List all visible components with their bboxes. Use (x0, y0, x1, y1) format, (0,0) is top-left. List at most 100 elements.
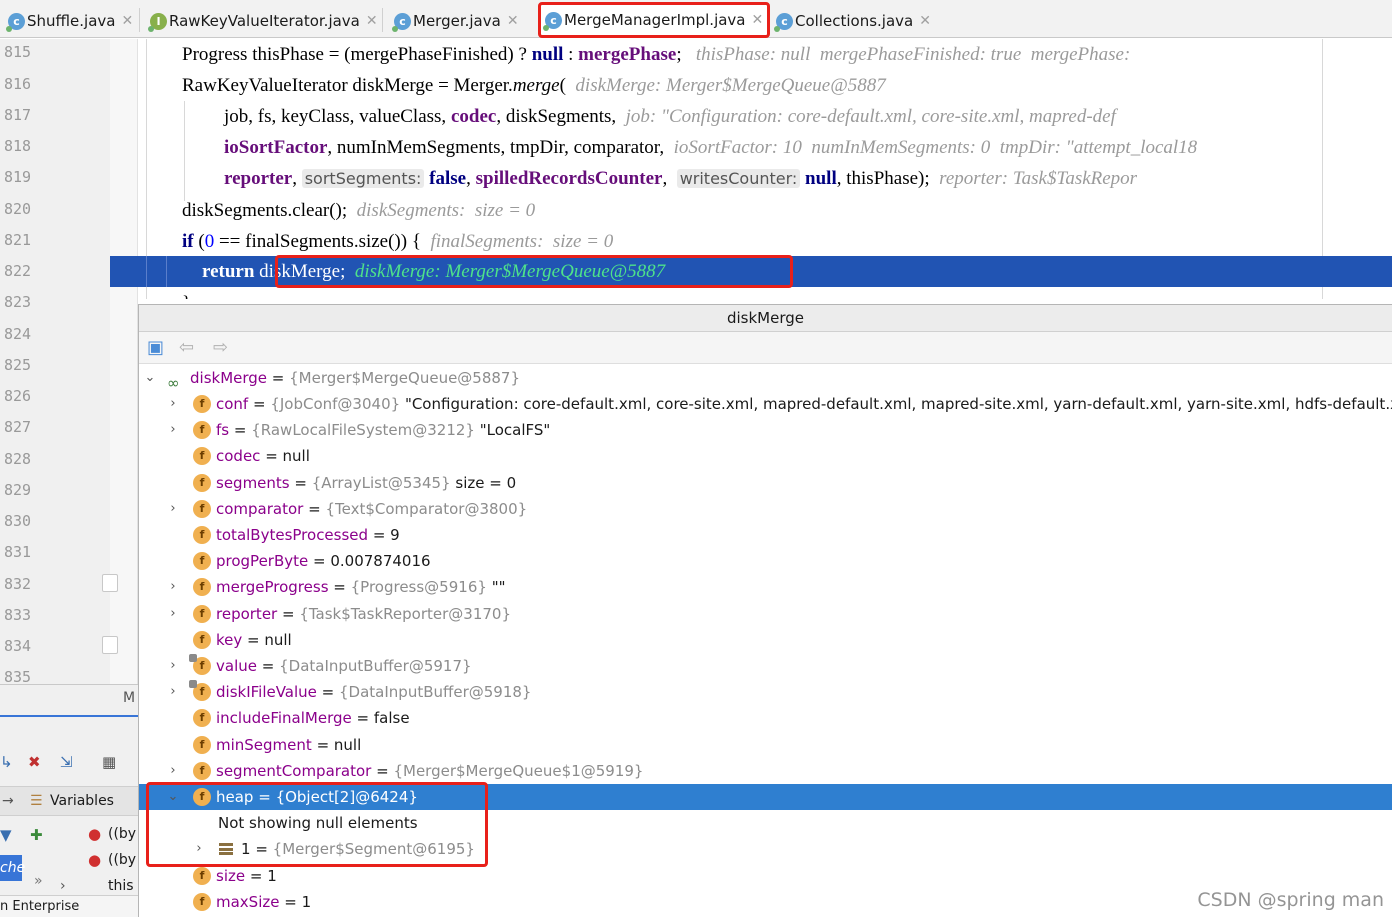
field-text: totalBytesProcessed = 9 (216, 526, 400, 544)
tab-label: Merger.java (413, 12, 501, 30)
chevron-right-icon[interactable]: › (166, 417, 180, 443)
line-number: 832 (4, 575, 32, 593)
field-text: key = null (216, 630, 292, 649)
close-icon[interactable]: ✕ (919, 13, 931, 29)
variable-item[interactable]: ((by (108, 852, 136, 868)
field-name: includeFinalMerge (216, 709, 352, 728)
field-text: fs = {RawLocalFileSystem@3212} "LocalFS" (216, 421, 551, 440)
tree-row-heap[interactable]: ⌄ f heap = {Object[2]@6424} (139, 784, 1392, 810)
field-name: comparator (216, 499, 304, 518)
close-icon[interactable]: ✕ (752, 12, 764, 28)
tree-row-minsegment[interactable]: f minSegment = null (139, 732, 1392, 758)
field-icon: f (193, 604, 211, 623)
field-name: heap (216, 788, 254, 806)
restore-layout-icon[interactable]: → (2, 793, 14, 809)
add-watch-icon[interactable]: ✚ (30, 826, 43, 844)
step-over-icon[interactable]: ↳ (0, 753, 13, 771)
tree-row-value[interactable]: › f value = {DataInputBuffer@5917} (139, 653, 1392, 679)
tree-row-diskifilevalue[interactable]: › f diskIFileValue = {DataInputBuffer@5918… (139, 679, 1392, 705)
tree-row-comparator[interactable]: › f comparator = {Text$Comparator@3800} (139, 496, 1392, 522)
tree-row-size[interactable]: f size = 1 (139, 863, 1392, 889)
tree-row-fs[interactable]: › f fs = {RawLocalFileSystem@3212} "LocalF… (139, 417, 1392, 443)
interface-icon: I (148, 12, 167, 32)
variable-item[interactable]: this (108, 878, 134, 894)
tab-shuffle-java[interactable]: c Shuffle.java ✕ (6, 4, 133, 38)
chevron-right-icon[interactable]: › (192, 836, 206, 862)
fold-marker-icon[interactable] (102, 636, 118, 654)
tree-row-conf[interactable]: › f conf = {JobConf@3040} "Configuration: … (139, 391, 1392, 417)
line-number: 820 (4, 200, 32, 218)
tree-row-includefinalmerge[interactable]: f includeFinalMerge = false (139, 705, 1392, 731)
error-icon: ● (88, 825, 102, 843)
tab-merger-java[interactable]: c Merger.java ✕ (392, 4, 519, 38)
close-icon[interactable]: ✕ (507, 13, 519, 29)
tree-row-progperbyte[interactable]: f progPerByte = 0.007874016 (139, 548, 1392, 574)
filter-icon[interactable]: ▼ (0, 826, 12, 844)
cache-tab[interactable]: che (0, 855, 25, 881)
close-icon[interactable]: ✕ (366, 13, 378, 29)
class-icon: c (774, 12, 793, 32)
inline-debug-hint: job: "Configuration: core-default.xml, c… (625, 106, 1116, 127)
mute-breakpoints-icon[interactable]: ✖ (28, 753, 41, 771)
chevron-down-icon[interactable]: ⌄ (166, 784, 180, 810)
chevron-right-icon[interactable]: › (166, 758, 180, 784)
tree-row-totalbytesprocessed[interactable]: f totalBytesProcessed = 9 (139, 522, 1392, 548)
chevron-down-icon[interactable]: ⌄ (143, 365, 157, 391)
field-name: progPerByte (216, 552, 309, 571)
tree-row-codec[interactable]: f codec = null (139, 443, 1392, 469)
back-arrow-icon[interactable]: ⇦ (179, 337, 194, 358)
variable-item[interactable]: ((by (108, 826, 136, 842)
tree-row-reporter[interactable]: › f reporter = {Task$TaskReporter@3170} (139, 601, 1392, 627)
tree-row-segmentcomparator[interactable]: › f segmentComparator = {Merger$MergeQueue… (139, 758, 1392, 784)
tab-rawkeyvalueiterator-java[interactable]: I RawKeyValueIterator.java ✕ (148, 4, 378, 38)
field-value: "LocalFS" (479, 421, 551, 440)
code-line-815: Progress thisPhase = (mergePhaseFinished… (182, 44, 1136, 65)
tree-row-heap-child[interactable]: › 1 = {Merger$Segment@6195} (139, 836, 1392, 862)
field-icon: f (193, 866, 211, 885)
code-line-820: diskSegments.clear(); diskSegments: size… (182, 200, 536, 221)
field-text: segments = {ArrayList@5345} size = 0 (216, 473, 517, 492)
tree-row-segments[interactable]: f segments = {ArrayList@5345} size = 0 (139, 470, 1392, 496)
tree-row-root[interactable]: ⌄ ∞ diskMerge = {Merger$MergeQueue@5887} (139, 365, 1392, 392)
field-text: reporter = {Task$TaskReporter@3170} (216, 604, 511, 623)
field-reference: {Object[2]@6424} (275, 788, 418, 806)
tab-divider (139, 8, 140, 32)
chevron-right-icon[interactable]: › (166, 679, 180, 705)
navigate-icon[interactable]: ▣ (147, 337, 164, 358)
class-icon: c (392, 12, 411, 32)
chevron-right-icon[interactable]: › (60, 878, 66, 894)
line-number: 823 (4, 293, 32, 311)
chevron-right-icon[interactable]: › (166, 601, 180, 627)
fold-marker-icon[interactable] (102, 574, 118, 592)
line-number: 815 (4, 43, 32, 61)
field-icon: f (193, 788, 211, 806)
forward-arrow-icon[interactable]: ⇨ (213, 337, 228, 358)
field-name: key (216, 630, 243, 649)
run-to-cursor-icon[interactable]: ⇲ (60, 753, 73, 771)
variables-header: → ☰ Variables (0, 786, 138, 816)
field-text: mergeProgress = {Progress@5916} "" (216, 578, 506, 597)
field-text: progPerByte = 0.007874016 (216, 552, 431, 571)
code-line-817: job, fs, keyClass, valueClass, codec, di… (224, 106, 1116, 127)
chevron-right-icon[interactable]: › (166, 653, 180, 679)
field-reference: {ArrayList@5345} (311, 473, 451, 492)
evaluate-icon[interactable]: ▦ (102, 753, 116, 771)
field-name: segmentComparator (216, 761, 372, 780)
field-text: value = {DataInputBuffer@5917} (216, 657, 472, 675)
chevron-right-icon[interactable]: › (166, 391, 180, 417)
tab-label: RawKeyValueIterator.java (169, 12, 360, 30)
field-name: diskIFileValue (216, 683, 317, 702)
tab-mergemanagerimpl-java[interactable]: c MergeManagerImpl.java ✕ (538, 2, 771, 38)
expand-icon[interactable]: » (34, 873, 43, 889)
tab-collections-java[interactable]: c Collections.java ✕ (774, 4, 931, 38)
field-reference: {DataInputBuffer@5918} (339, 683, 532, 702)
tree-row-key[interactable]: f key = null (139, 627, 1392, 653)
panel-tab-label: M (123, 690, 136, 706)
field-icon: f (193, 630, 211, 649)
field-name: totalBytesProcessed (216, 526, 369, 544)
close-icon[interactable]: ✕ (121, 13, 133, 29)
tree-row-mergeprogress[interactable]: › f mergeProgress = {Progress@5916} "" (139, 574, 1392, 600)
chevron-right-icon[interactable]: › (166, 496, 180, 522)
chevron-right-icon[interactable]: › (166, 574, 180, 600)
field-name: segments (216, 473, 290, 492)
